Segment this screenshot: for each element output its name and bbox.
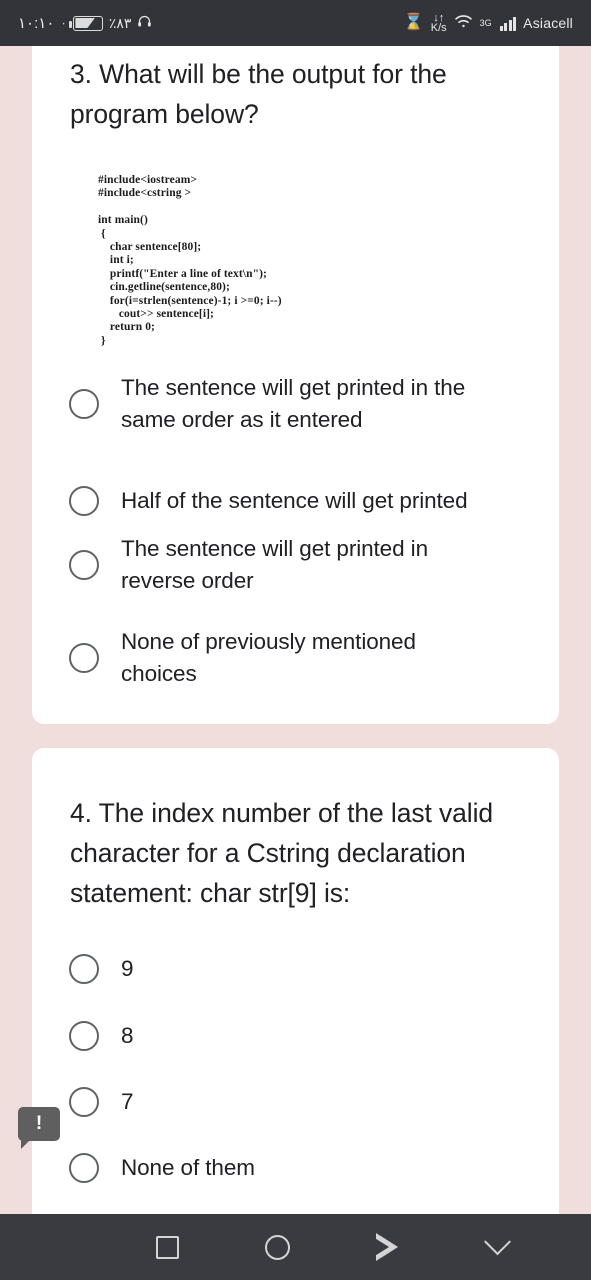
- option-label: None of previously mentioned choices: [121, 629, 416, 686]
- comment-alert-glyph: !: [35, 1112, 43, 1134]
- status-bar-right: ⌛ ↓↑ K/s 3G Asiacell: [403, 12, 573, 34]
- question-card-3: 3. What will be the output for the progr…: [32, 46, 559, 724]
- data-rate-indicator: ↓↑ K/s: [430, 12, 447, 34]
- question-3-option-2[interactable]: The sentence will get printed in reverse…: [32, 533, 559, 597]
- clock-time: ١٠:١٠: [18, 15, 55, 32]
- form-scroll-area[interactable]: 3. What will be the output for the progr…: [0, 46, 591, 1214]
- question-4-option-0[interactable]: 9: [32, 953, 559, 985]
- question-3-option-0[interactable]: The sentence will get printed in the sam…: [32, 372, 559, 436]
- question-4-option-1[interactable]: 8: [32, 1020, 559, 1052]
- question-4-title: 4. The index number of the last valid ch…: [70, 798, 494, 908]
- option-label: 9: [121, 956, 134, 981]
- option-label: 7: [121, 1089, 134, 1114]
- radio-button[interactable]: [69, 1153, 99, 1183]
- option-label: None of them: [121, 1155, 255, 1180]
- battery-icon: [69, 15, 103, 31]
- option-label: The sentence will get printed in reverse…: [121, 536, 428, 593]
- network-type-label: 3G: [479, 18, 492, 28]
- system-navigation-bar: [0, 1214, 591, 1280]
- wifi-icon: [454, 14, 473, 32]
- back-triangle-icon[interactable]: [332, 1214, 442, 1280]
- radio-button[interactable]: [69, 643, 99, 673]
- question-card-4: 4. The index number of the last valid ch…: [32, 748, 559, 1214]
- comment-alert-icon[interactable]: !: [18, 1107, 60, 1149]
- option-label: The sentence will get printed in the sam…: [121, 375, 466, 432]
- option-label: Half of the sentence will get printed: [121, 488, 468, 513]
- option-label: 8: [121, 1023, 134, 1048]
- headphone-icon: [137, 14, 152, 33]
- status-bar: ١٠:١٠ ٠ ٪٨٣ ⌛ ↓↑ K/s 3G Asiacell: [0, 0, 591, 46]
- status-separator: ٠: [60, 16, 67, 30]
- question-3-option-1[interactable]: Half of the sentence will get printed: [32, 485, 559, 517]
- question-3-option-3[interactable]: None of previously mentioned choices: [32, 626, 559, 690]
- question-3-code-snippet: #include<iostream> #include<cstring > in…: [98, 174, 282, 347]
- radio-button[interactable]: [69, 1021, 99, 1051]
- radio-button[interactable]: [69, 550, 99, 580]
- radio-button[interactable]: [69, 1087, 99, 1117]
- radio-button[interactable]: [69, 486, 99, 516]
- radio-button[interactable]: [69, 954, 99, 984]
- signal-strength-icon: [499, 16, 517, 31]
- chevron-down-icon[interactable]: [442, 1214, 552, 1280]
- data-rate-unit: K/s: [430, 21, 447, 34]
- hourglass-icon: ⌛: [403, 14, 424, 31]
- question-4-option-3[interactable]: None of them: [32, 1152, 559, 1184]
- radio-button[interactable]: [69, 389, 99, 419]
- battery-percent: ٪٨٣: [108, 14, 132, 31]
- status-bar-left: ١٠:١٠ ٠ ٪٨٣: [18, 14, 152, 33]
- home-circle-icon[interactable]: [222, 1214, 332, 1280]
- question-4-option-2[interactable]: 7: [32, 1086, 559, 1118]
- recents-square-icon[interactable]: [112, 1214, 222, 1280]
- question-3-title: 3. What will be the output for the progr…: [70, 59, 447, 129]
- phone-screen: ١٠:١٠ ٠ ٪٨٣ ⌛ ↓↑ K/s 3G Asiacell 3. What…: [0, 0, 591, 1280]
- carrier-name: Asiacell: [523, 15, 573, 31]
